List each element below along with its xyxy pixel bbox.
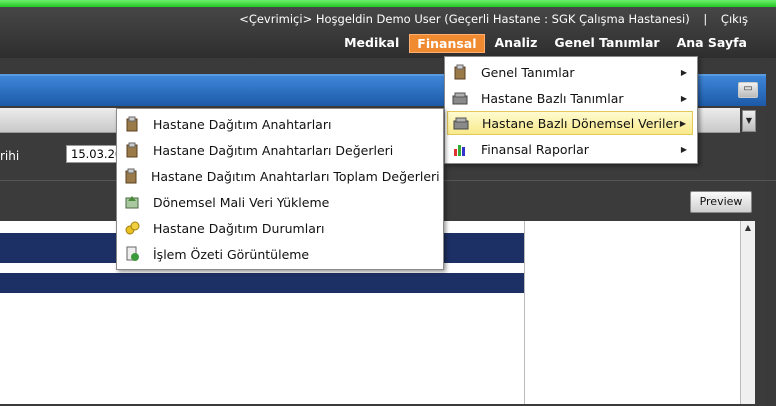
menu-item-finansal-raporlar[interactable]: Finansal Raporlar ▶: [447, 137, 693, 161]
submenu-item-mali-veri-yukleme[interactable]: Dönemsel Mali Veri Yükleme: [119, 190, 439, 214]
logout-link[interactable]: Çıkış: [721, 12, 748, 26]
submenu-item-label: Hastane Dağıtım Anahtarları: [153, 116, 332, 132]
nav-ana-sayfa[interactable]: Ana Sayfa: [670, 34, 754, 53]
chevron-right-icon: ▶: [680, 144, 687, 154]
nav-finansal[interactable]: Finansal: [409, 34, 485, 53]
submenu-item-dagitim-anahtarlari-toplam[interactable]: Hastane Dağıtım Anahtarları Toplam Değer…: [119, 164, 440, 188]
clipboard-icon: [123, 142, 141, 158]
submenu-item-label: Dönemsel Mali Veri Yükleme: [153, 194, 330, 210]
nav-medikal[interactable]: Medikal: [337, 34, 406, 53]
submenu-item-dagitim-anahtarlari[interactable]: Hastane Dağıtım Anahtarları: [119, 112, 439, 136]
finansal-menu: Genel Tanımlar ▶ Hastane Bazlı Tanımlar …: [444, 56, 698, 164]
bar-chart-icon: [451, 141, 469, 157]
data-upload-icon: [123, 194, 141, 210]
top-bar: <Çevrimiçi> Hoşgeldin Demo User (Geçerli…: [0, 0, 776, 58]
books-icon: [452, 115, 470, 131]
submenu-item-label: Hastane Dağıtım Anahtarları Toplam Değer…: [151, 168, 440, 184]
coins-icon: [123, 220, 141, 236]
welcome-bar: <Çevrimiçi> Hoşgeldin Demo User (Geçerli…: [239, 12, 748, 26]
books-icon: [451, 90, 469, 106]
welcome-text: <Çevrimiçi> Hoşgeldin Demo User (Geçerli…: [239, 12, 690, 26]
submenu-item-label: İşlem Özeti Görüntüleme: [153, 246, 310, 262]
menu-item-hastane-bazli-donemsel-veriler[interactable]: Hastane Bazlı Dönemsel Veriler ▶: [447, 111, 693, 135]
submenu-item-label: Hastane Dağıtım Durumları: [153, 220, 325, 236]
chevron-right-icon: ▶: [679, 118, 686, 128]
chevron-right-icon: ▶: [680, 67, 687, 77]
donemsel-veriler-submenu: Hastane Dağıtım Anahtarları Hastane Dağı…: [116, 108, 444, 270]
document-view-icon: [123, 246, 141, 262]
scroll-up-icon[interactable]: ▲: [741, 221, 755, 235]
chevron-right-icon: ▶: [680, 93, 687, 103]
menu-item-label: Hastane Bazlı Dönemsel Veriler: [482, 115, 679, 131]
separator: |: [703, 12, 708, 26]
report-selector-dropdown-icon[interactable]: ▼: [742, 110, 756, 132]
submenu-item-dagitim-durumlari[interactable]: Hastane Dağıtım Durumları: [119, 216, 439, 240]
menu-item-genel-tanimlar[interactable]: Genel Tanımlar ▶: [447, 60, 693, 84]
clipboard-icon: [123, 116, 141, 132]
submenu-item-islem-ozeti[interactable]: İşlem Özeti Görüntüleme: [119, 242, 439, 266]
main-nav: Medikal Finansal Analiz Genel Tanımlar A…: [334, 34, 754, 53]
grid-column-divider: [524, 221, 525, 404]
menu-item-label: Genel Tanımlar: [481, 64, 575, 80]
date-label: rihi: [0, 149, 20, 163]
menu-item-hastane-bazli-tanimlar[interactable]: Hastane Bazlı Tanımlar ▶: [447, 86, 693, 110]
clipboard-icon: [123, 168, 139, 184]
nav-genel-tanimlar[interactable]: Genel Tanımlar: [547, 34, 666, 53]
preview-button[interactable]: Preview: [690, 191, 752, 213]
submenu-item-label: Hastane Dağıtım Anahtarları Değerleri: [153, 142, 394, 158]
grid-subheader: [0, 273, 524, 293]
status-strip: [0, 0, 776, 7]
window-restore-button[interactable]: ▭: [738, 82, 758, 98]
nav-analiz[interactable]: Analiz: [488, 34, 545, 53]
menu-item-label: Finansal Raporlar: [481, 141, 589, 157]
vertical-scrollbar[interactable]: ▲: [740, 221, 755, 404]
menu-item-label: Hastane Bazlı Tanımlar: [481, 90, 624, 106]
clipboard-icon: [451, 64, 469, 80]
submenu-item-dagitim-anahtarlari-degerleri[interactable]: Hastane Dağıtım Anahtarları Değerleri: [119, 138, 439, 162]
